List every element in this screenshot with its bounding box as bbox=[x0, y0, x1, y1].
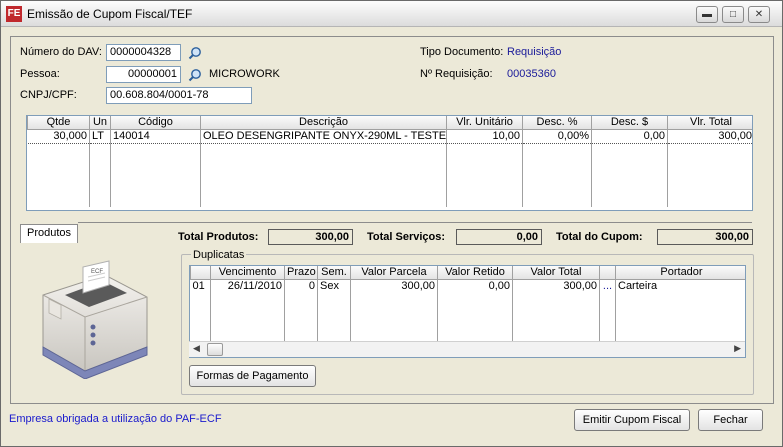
dup-col-valor-retido[interactable]: Valor Retido bbox=[437, 266, 513, 280]
emitir-cupom-button[interactable]: Emitir Cupom Fiscal bbox=[574, 409, 690, 431]
total-servicos-value: 0,00 bbox=[456, 229, 542, 245]
items-grid[interactable]: Qtde Un Código Descrição Vlr. Unitário D… bbox=[26, 115, 753, 211]
cell-un: LT bbox=[89, 129, 111, 144]
maximize-button[interactable]: □ bbox=[722, 6, 744, 23]
col-codigo[interactable]: Código bbox=[110, 116, 201, 130]
cell-desc-pct: 0,00% bbox=[522, 129, 592, 144]
cnpj-field[interactable]: 00.608.804/0001-78 bbox=[106, 87, 252, 104]
dup-cell-prazo: 0 bbox=[284, 279, 318, 293]
title-bar[interactable]: FE Emissão de Cupom Fiscal/TEF ▬ □ ✕ bbox=[1, 1, 782, 27]
dav-lookup-icon[interactable] bbox=[188, 46, 202, 60]
total-cupom-label: Total do Cupom: bbox=[556, 231, 643, 243]
duplicatas-label: Duplicatas bbox=[191, 249, 247, 261]
cell-desc-val: 0,00 bbox=[591, 129, 668, 144]
dup-cell-vencimento: 26/11/2010 bbox=[210, 279, 285, 293]
cell-qtde: 30,000 bbox=[27, 129, 90, 144]
dup-col-valor-total[interactable]: Valor Total bbox=[512, 266, 600, 280]
minimize-button[interactable]: ▬ bbox=[696, 6, 718, 23]
maximize-icon: □ bbox=[729, 9, 737, 20]
dup-cell-valor-total: 300,00 bbox=[512, 279, 600, 293]
empty-row bbox=[27, 143, 752, 207]
dup-cell-valor-parcela: 300,00 bbox=[350, 279, 438, 293]
requisicao-value: 00035360 bbox=[507, 68, 556, 80]
empty-row bbox=[190, 293, 745, 341]
col-un[interactable]: Un bbox=[89, 116, 111, 130]
total-produtos-label: Total Produtos: bbox=[178, 231, 259, 243]
cell-descricao: OLEO DESENGRIPANTE ONYX-290ML - TESTE CO bbox=[200, 129, 447, 144]
formas-pagamento-button[interactable]: Formas de Pagamento bbox=[189, 365, 316, 387]
pessoa-label: Pessoa: bbox=[20, 68, 60, 80]
requisicao-label: Nº Requisição: bbox=[420, 68, 493, 80]
dav-field[interactable]: 0000004328 bbox=[106, 44, 181, 61]
window-title: Emissão de Cupom Fiscal/TEF bbox=[27, 7, 193, 21]
total-produtos-value: 300,00 bbox=[268, 229, 353, 245]
col-qtde[interactable]: Qtde bbox=[27, 116, 90, 130]
table-row[interactable]: 01 26/11/2010 0 Sex 300,00 0,00 300,00 .… bbox=[190, 279, 745, 293]
tipo-doc-label: Tipo Documento: bbox=[420, 46, 504, 58]
fechar-button[interactable]: Fechar bbox=[698, 409, 763, 431]
dup-col-prazo[interactable]: Prazo bbox=[284, 266, 318, 280]
col-vlr-total[interactable]: Vlr. Total bbox=[667, 116, 752, 130]
dup-col-sem[interactable]: Sem. bbox=[317, 266, 351, 280]
total-servicos-label: Total Serviços: bbox=[367, 231, 446, 243]
dup-col-vencimento[interactable]: Vencimento bbox=[210, 266, 285, 280]
pessoa-field[interactable]: 00000001 bbox=[106, 66, 181, 83]
cell-codigo: 140014 bbox=[110, 129, 201, 144]
dav-label: Número do DAV: bbox=[20, 46, 102, 58]
close-button[interactable]: ✕ bbox=[748, 6, 770, 23]
app-icon: FE bbox=[6, 6, 22, 22]
cell-vlr-total: 300,00 bbox=[667, 129, 752, 144]
tab-produtos[interactable]: Produtos bbox=[20, 224, 78, 243]
tab-divider bbox=[78, 222, 752, 223]
col-desc-pct[interactable]: Desc. % bbox=[522, 116, 592, 130]
fiscal-printer-icon: ECF bbox=[42, 260, 148, 379]
scroll-thumb[interactable] bbox=[207, 343, 223, 356]
table-row[interactable]: 30,000 LT 140014 OLEO DESENGRIPANTE ONYX… bbox=[27, 129, 752, 144]
tipo-doc-value: Requisição bbox=[507, 46, 562, 58]
col-descricao[interactable]: Descrição bbox=[200, 116, 447, 130]
minimize-icon: ▬ bbox=[702, 9, 712, 20]
cell-vlr-unitario: 10,00 bbox=[446, 129, 523, 144]
pessoa-lookup-icon[interactable] bbox=[188, 68, 202, 82]
col-vlr-unitario[interactable]: Vlr. Unitário bbox=[446, 116, 523, 130]
total-cupom-value: 300,00 bbox=[657, 229, 753, 245]
dup-cell-portador: Carteira bbox=[615, 279, 745, 293]
dup-col-num[interactable] bbox=[190, 266, 211, 280]
dup-cell-num: 01 bbox=[190, 279, 211, 293]
dup-cell-valor-retido: 0,00 bbox=[437, 279, 513, 293]
scroll-left-icon[interactable]: ◀ bbox=[193, 343, 200, 354]
pessoa-name: MICROWORK bbox=[209, 68, 280, 80]
dup-col-action[interactable] bbox=[599, 266, 616, 280]
status-text: Empresa obrigada a utilização do PAF-ECF bbox=[9, 413, 222, 425]
dup-col-portador[interactable]: Portador bbox=[615, 266, 745, 280]
dup-cell-sem: Sex bbox=[317, 279, 351, 293]
col-desc-val[interactable]: Desc. $ bbox=[591, 116, 668, 130]
cnpj-label: CNPJ/CPF: bbox=[20, 89, 77, 101]
main-window: FE Emissão de Cupom Fiscal/TEF ▬ □ ✕ Núm… bbox=[0, 0, 783, 447]
duplicatas-hscrollbar[interactable]: ◀ ▶ bbox=[189, 341, 745, 357]
dup-col-valor-parcela[interactable]: Valor Parcela bbox=[350, 266, 438, 280]
close-icon: ✕ bbox=[754, 9, 764, 20]
portador-ellipsis-button[interactable]: ... bbox=[599, 279, 616, 293]
scroll-right-icon[interactable]: ▶ bbox=[734, 343, 741, 354]
